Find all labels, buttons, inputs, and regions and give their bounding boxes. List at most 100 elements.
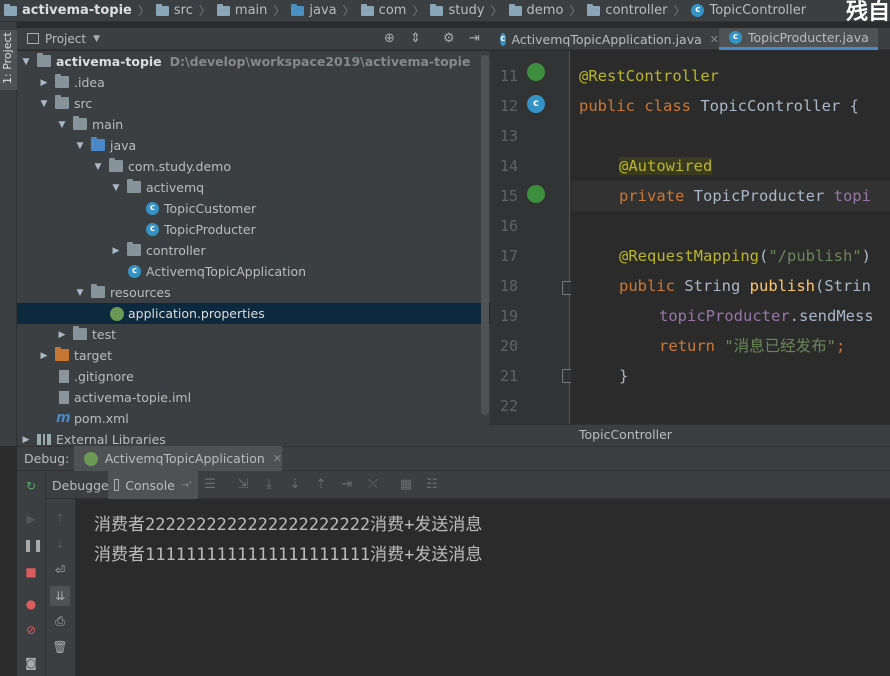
editor-gutter: 11 12 13 14 15 16 17 18 19 20 21 22 c xyxy=(490,51,575,424)
close-icon[interactable]: ✕ xyxy=(710,33,719,46)
editor-tab-bar: c ActivemqTopicApplication.java ✕ c Topi… xyxy=(490,28,890,50)
tree-node-pom[interactable]: m pom.xml xyxy=(17,408,490,429)
expanded-arrow-icon[interactable]: ▼ xyxy=(93,162,103,172)
project-tool-tab[interactable]: 1: Project xyxy=(0,30,17,90)
step-out-icon[interactable]: ⇡ xyxy=(314,478,328,492)
collapse-all-icon[interactable]: ⇕ xyxy=(410,31,421,46)
file-icon xyxy=(59,391,69,404)
spring-leaf-icon xyxy=(110,307,124,321)
pause-icon[interactable]: ❚❚ xyxy=(23,537,43,553)
editor-breadcrumb[interactable]: TopicController xyxy=(490,424,890,446)
tree-node-application-properties[interactable]: application.properties xyxy=(17,303,490,324)
mute-breakpoints-icon[interactable]: ⊘ xyxy=(23,622,39,638)
spring-boot-icon xyxy=(84,451,98,466)
collapsed-arrow-icon[interactable]: ▶ xyxy=(39,78,49,88)
collapsed-arrow-icon[interactable]: ▶ xyxy=(57,330,67,340)
folder-icon xyxy=(155,3,169,16)
tree-node-gitignore[interactable]: .gitignore xyxy=(17,366,490,387)
breadcrumb-item-java[interactable]: 〉 java xyxy=(267,2,336,19)
folder-icon xyxy=(216,3,230,16)
trace-icon[interactable]: ☷ xyxy=(425,478,439,492)
tree-node-iml[interactable]: activema-topie.iml xyxy=(17,387,490,408)
tree-node-project-root[interactable]: ▼ activema-topie D:\develop\workspace2019… xyxy=(17,51,490,72)
breadcrumb-item-main[interactable]: 〉 main xyxy=(193,2,268,19)
debug-session-tab[interactable]: ActivemqTopicApplication ✕ xyxy=(74,446,282,471)
package-icon xyxy=(508,3,522,16)
folder-icon xyxy=(73,116,87,130)
chevron-down-icon[interactable]: ▼ xyxy=(93,34,100,44)
tree-node-application-class[interactable]: c ActivemqTopicApplication xyxy=(17,261,490,282)
tree-node-src[interactable]: ▼ src xyxy=(17,93,490,114)
expanded-arrow-icon[interactable]: ▼ xyxy=(21,57,31,67)
step-over-icon[interactable]: ⤓ xyxy=(262,478,276,492)
breadcrumb-item-com[interactable]: 〉 com xyxy=(337,2,407,19)
expanded-arrow-icon[interactable]: ▼ xyxy=(39,99,49,109)
expanded-arrow-icon[interactable]: ▼ xyxy=(75,288,85,298)
locate-icon[interactable]: ⊕ xyxy=(384,31,395,46)
tab-console[interactable]: Console →' xyxy=(108,471,198,499)
tree-node-topiccustomer[interactable]: c TopicCustomer xyxy=(17,198,490,219)
gear-icon[interactable]: ⚙ xyxy=(443,31,455,46)
breadcrumb-item-controller[interactable]: 〉 controller xyxy=(563,2,667,19)
stop-icon[interactable]: ■ xyxy=(23,564,39,580)
project-panel-title[interactable]: Project xyxy=(45,32,86,46)
up-arrow-icon[interactable]: ↑ xyxy=(52,510,68,526)
code-editor[interactable]: @RestController public class TopicContro… xyxy=(571,51,890,424)
tree-scrollbar[interactable] xyxy=(481,55,489,415)
run-to-cursor-icon[interactable]: ⇥ xyxy=(340,478,354,492)
collapsed-arrow-icon[interactable]: ▶ xyxy=(39,351,49,361)
force-step-icon[interactable]: ⤫ xyxy=(366,478,380,492)
tree-node-resources[interactable]: ▼ resources xyxy=(17,282,490,303)
tree-node-main[interactable]: ▼ main xyxy=(17,114,490,135)
scroll-to-end-icon[interactable]: ⇊ xyxy=(50,586,70,606)
camera-icon[interactable]: ◙ xyxy=(23,655,39,671)
pin-icon[interactable]: →' xyxy=(181,480,192,491)
resume-icon[interactable]: ▶ xyxy=(23,511,39,527)
expanded-arrow-icon[interactable]: ▼ xyxy=(75,141,85,151)
tab-activemq-application[interactable]: c ActivemqTopicApplication.java ✕ xyxy=(490,28,719,50)
rerun-icon[interactable]: ↻ xyxy=(23,478,39,494)
down-arrow-icon[interactable]: ↓ xyxy=(52,536,68,552)
resources-folder-icon xyxy=(91,284,105,298)
expanded-arrow-icon[interactable]: ▼ xyxy=(57,120,67,130)
tree-node-controller[interactable]: ▶ controller xyxy=(17,240,490,261)
class-gutter-icon[interactable]: c xyxy=(527,95,545,113)
spring-bean-gutter-icon[interactable] xyxy=(527,63,545,81)
breadcrumb-item-demo[interactable]: 〉 demo xyxy=(485,2,564,19)
evaluate-icon[interactable]: ▦ xyxy=(399,478,413,492)
print-icon[interactable]: ⎙ xyxy=(52,613,68,629)
hide-icon[interactable]: ⇥ xyxy=(469,31,480,46)
step-into-icon[interactable]: ⇣ xyxy=(288,478,302,492)
tree-node-test[interactable]: ▶ test xyxy=(17,324,490,345)
menu-icon[interactable]: ☰ xyxy=(203,478,217,492)
line-number: 20 xyxy=(499,337,518,355)
tree-node-activemq[interactable]: ▼ activemq xyxy=(17,177,490,198)
tree-node-target[interactable]: ▶ target xyxy=(17,345,490,366)
tree-node-package-demo[interactable]: ▼ com.study.demo xyxy=(17,156,490,177)
close-icon[interactable]: ✕ xyxy=(273,452,282,465)
tab-topicproducter[interactable]: c TopicProducter.java xyxy=(719,28,878,50)
breadcrumb-item-topiccontroller[interactable]: 〉 c TopicController xyxy=(667,2,806,19)
show-execution-point-icon[interactable]: ⇲ xyxy=(236,478,250,492)
autowire-navigate-gutter-icon[interactable] xyxy=(527,185,545,203)
tree-node-java[interactable]: ▼ java xyxy=(17,135,490,156)
tree-node-external-libraries[interactable]: ▶ External Libraries xyxy=(17,429,490,446)
expanded-arrow-icon[interactable]: ▼ xyxy=(111,183,121,193)
line-number: 13 xyxy=(499,127,518,145)
soft-wrap-icon[interactable]: ⏎ xyxy=(52,562,68,578)
tree-node-idea[interactable]: ▶ .idea xyxy=(17,72,490,93)
breadcrumb-item-study[interactable]: 〉 study xyxy=(406,2,484,19)
view-breakpoints-icon[interactable]: ● xyxy=(23,596,39,612)
breadcrumb-item-project[interactable]: activema-topie xyxy=(4,3,132,18)
collapsed-arrow-icon[interactable]: ▶ xyxy=(21,435,31,445)
tree-node-topicproducter[interactable]: c TopicProducter xyxy=(17,219,490,240)
separator-icon: 〉 xyxy=(569,4,582,18)
separator-icon: 〉 xyxy=(273,4,286,18)
line-number: 17 xyxy=(499,247,518,265)
breadcrumb-item-src[interactable]: 〉 src xyxy=(132,2,193,19)
trash-icon[interactable]: 🗑 xyxy=(52,639,68,655)
line-number: 12 xyxy=(499,97,518,115)
package-icon xyxy=(127,179,141,193)
package-icon xyxy=(587,3,601,16)
collapsed-arrow-icon[interactable]: ▶ xyxy=(111,246,121,256)
